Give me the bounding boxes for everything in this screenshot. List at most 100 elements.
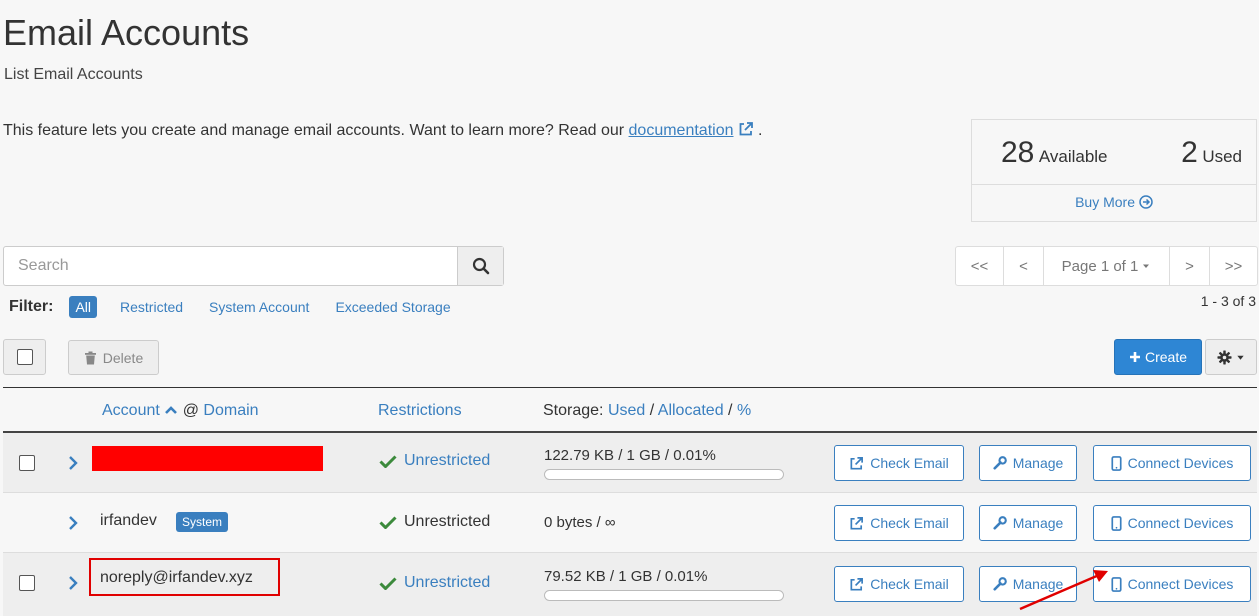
highlighted-account: noreply@irfandev.xyz xyxy=(89,558,280,596)
check-email-label: Check Email xyxy=(870,515,949,531)
check-icon xyxy=(379,516,397,529)
page-title: Email Accounts xyxy=(3,12,250,53)
check-email-label: Check Email xyxy=(870,455,949,471)
check-email-button[interactable]: Check Email xyxy=(834,566,964,602)
connect-devices-button[interactable]: Connect Devices xyxy=(1093,505,1251,541)
results-range: 1 - 3 of 3 xyxy=(1200,293,1256,309)
pagination: << < Page 1 of 1 > >> xyxy=(955,246,1258,286)
account-domain-header: Account @ Domain xyxy=(102,402,259,420)
used-count: 2 xyxy=(1181,136,1198,169)
restriction-status: Unrestricted xyxy=(379,452,490,470)
external-link-icon xyxy=(850,516,864,529)
storage-usage: 122.79 KB / 1 GB / 0.01% xyxy=(544,447,716,464)
sort-used-link[interactable]: Used xyxy=(608,402,645,419)
account-name: noreply@irfandev.xyz xyxy=(100,569,253,586)
sort-account-link[interactable]: Account xyxy=(102,402,160,419)
create-label: Create xyxy=(1144,349,1188,365)
mobile-phone-icon xyxy=(1111,515,1122,531)
search-input[interactable] xyxy=(4,247,457,285)
external-link-icon[interactable] xyxy=(738,121,754,137)
page-subtitle: List Email Accounts xyxy=(4,66,143,83)
available-stat: 28 Available xyxy=(1001,136,1108,170)
select-all-toggle[interactable] xyxy=(3,339,46,375)
search-button[interactable] xyxy=(457,247,503,285)
arrow-circle-right-icon xyxy=(1139,195,1153,209)
sort-domain-link[interactable]: Domain xyxy=(203,402,258,419)
intro-paragraph: This feature lets you create and manage … xyxy=(3,121,762,140)
gear-icon xyxy=(1217,349,1232,365)
mobile-phone-icon xyxy=(1111,455,1122,471)
chevron-right-icon[interactable] xyxy=(67,575,79,591)
table-header: Account @ Domain Restrictions Storage: U… xyxy=(3,387,1257,433)
restriction-link[interactable]: Unrestricted xyxy=(404,574,490,592)
check-icon xyxy=(379,577,397,590)
manage-label: Manage xyxy=(1012,515,1064,531)
wrench-icon xyxy=(993,577,1007,591)
row-checkbox[interactable] xyxy=(19,575,35,591)
first-page-button[interactable]: << xyxy=(956,247,1004,285)
last-page-button[interactable]: >> xyxy=(1210,247,1257,285)
plus-icon xyxy=(1129,352,1140,362)
buy-more-label: Buy More xyxy=(1075,194,1136,210)
connect-devices-button[interactable]: Connect Devices xyxy=(1093,445,1251,481)
manage-button[interactable]: Manage xyxy=(979,505,1077,541)
caret-down-icon xyxy=(1237,355,1244,360)
storage-separator: / xyxy=(728,402,733,419)
connect-devices-label: Connect Devices xyxy=(1127,455,1234,471)
page-label: Page 1 of 1 xyxy=(1061,257,1139,275)
connect-devices-label: Connect Devices xyxy=(1127,515,1234,531)
filter-exceeded-storage[interactable]: Exceeded Storage xyxy=(335,299,450,315)
restriction-text: Unrestricted xyxy=(404,513,491,530)
sort-restrictions-link[interactable]: Restrictions xyxy=(378,402,462,419)
connect-devices-button[interactable]: Connect Devices xyxy=(1093,566,1251,602)
prev-page-button[interactable]: < xyxy=(1004,247,1044,285)
storage-separator: / xyxy=(649,402,655,419)
used-label: Used xyxy=(1202,147,1242,166)
at-separator: @ xyxy=(182,402,199,419)
next-page-button[interactable]: > xyxy=(1170,247,1210,285)
create-button[interactable]: Create xyxy=(1114,339,1202,375)
check-email-button[interactable]: Check Email xyxy=(834,505,964,541)
restriction-status: Unrestricted xyxy=(379,513,490,531)
restriction-status: Unrestricted xyxy=(379,574,490,592)
sort-percent-link[interactable]: % xyxy=(737,402,751,419)
filter-bar: Filter: All Restricted System Account Ex… xyxy=(9,296,477,318)
wrench-icon xyxy=(993,456,1007,470)
chevron-up-icon[interactable] xyxy=(164,405,178,415)
search-box xyxy=(3,246,504,286)
quota-panel: 28 Available 2 Used Buy More xyxy=(971,119,1257,222)
documentation-link[interactable]: documentation xyxy=(629,122,734,139)
storage-usage: 0 bytes / ∞ xyxy=(544,514,616,531)
select-all-checkbox[interactable] xyxy=(16,349,33,365)
storage-usage: 79.52 KB / 1 GB / 0.01% xyxy=(544,568,708,585)
check-icon xyxy=(379,455,397,468)
caret-down-icon xyxy=(1143,264,1150,268)
filter-label: Filter: xyxy=(9,298,54,315)
filter-system-account[interactable]: System Account xyxy=(209,299,309,315)
connect-devices-label: Connect Devices xyxy=(1127,576,1234,592)
restriction-link[interactable]: Unrestricted xyxy=(404,452,490,470)
available-count: 28 xyxy=(1001,136,1035,169)
annotation-arrow-icon xyxy=(1019,570,1108,611)
search-icon xyxy=(472,257,489,275)
intro-end: . xyxy=(757,122,763,139)
external-link-icon xyxy=(850,577,864,590)
restrictions-header[interactable]: Restrictions xyxy=(378,402,462,420)
account-name: irfandev xyxy=(100,512,157,529)
filter-all[interactable]: All xyxy=(69,296,98,318)
chevron-right-icon[interactable] xyxy=(67,515,79,531)
used-stat: 2 Used xyxy=(1181,136,1242,170)
page-select[interactable]: Page 1 of 1 xyxy=(1044,247,1170,285)
intro-text: This feature lets you create and manage … xyxy=(3,122,625,139)
chevron-right-icon[interactable] xyxy=(67,455,79,471)
filter-restricted[interactable]: Restricted xyxy=(120,299,183,315)
settings-dropdown[interactable] xyxy=(1205,339,1257,375)
sort-allocated-link[interactable]: Allocated xyxy=(658,402,724,419)
buy-more-link[interactable]: Buy More xyxy=(972,185,1256,210)
delete-button[interactable]: Delete xyxy=(68,340,159,375)
check-email-button[interactable]: Check Email xyxy=(834,445,964,481)
row-checkbox[interactable] xyxy=(19,455,35,471)
manage-button[interactable]: Manage xyxy=(979,445,1077,481)
table-row: Unrestricted 122.79 KB / 1 GB / 0.01% Ch… xyxy=(3,433,1257,493)
storage-bar xyxy=(544,590,784,601)
